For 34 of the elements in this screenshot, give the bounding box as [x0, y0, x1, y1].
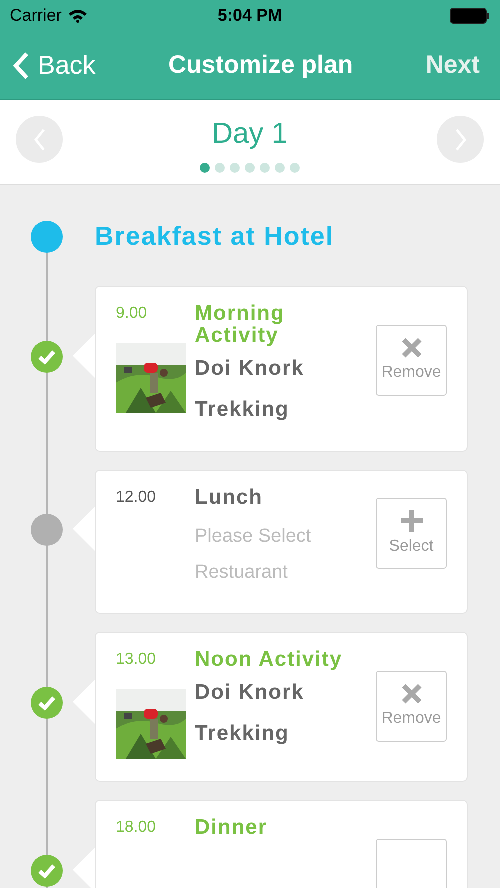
plus-icon — [400, 508, 424, 532]
carrier-label: Carrier — [10, 5, 62, 28]
clock-label: 5:04 PM — [218, 5, 282, 28]
screen-title: Customize plan — [168, 50, 354, 81]
chevron-left-icon — [12, 50, 30, 80]
time-label: 18.00 — [116, 818, 158, 838]
plan-card[interactable]: 12.00 Lunch Please Select Restuarant Select — [95, 470, 468, 614]
start-title: Breakfast at Hotel — [95, 220, 334, 253]
next-button[interactable]: Next — [426, 46, 488, 84]
activity-name: Doi Knork — [195, 356, 306, 382]
close-icon — [400, 682, 422, 704]
activity-name: Doi Knork — [195, 680, 306, 706]
activity-name: Trekking — [195, 397, 290, 423]
back-button[interactable]: Back — [12, 46, 96, 85]
slot-title: Lunch — [195, 487, 264, 509]
plan-card[interactable]: 18.00 Dinner — [95, 800, 468, 888]
close-icon — [400, 336, 422, 358]
plan-card[interactable]: 9.00 Morning Activity Doi Knork Trekking Remove — [95, 286, 468, 452]
time-label: 12.00 — [116, 488, 158, 508]
placeholder-text: Please Select — [195, 525, 312, 549]
slot-title: Morning Activity — [195, 303, 286, 347]
slot-title: Noon Activity — [195, 649, 344, 671]
action-button[interactable]: Remove — [376, 325, 447, 396]
action-button[interactable]: Remove — [376, 671, 447, 742]
wifi-icon — [68, 9, 88, 23]
activity-name: Trekking — [195, 721, 290, 747]
plan-card[interactable]: 13.00 Noon Activity Doi Knork Trekking Remove — [95, 632, 468, 782]
slot-title: Dinner — [195, 817, 269, 839]
battery-icon — [450, 8, 490, 24]
action-button[interactable]: Select — [376, 498, 447, 569]
time-label: 13.00 — [116, 650, 158, 670]
time-label: 9.00 — [116, 304, 148, 324]
placeholder-text: Restuarant — [195, 561, 289, 585]
day-title: Day 1 — [212, 117, 288, 152]
